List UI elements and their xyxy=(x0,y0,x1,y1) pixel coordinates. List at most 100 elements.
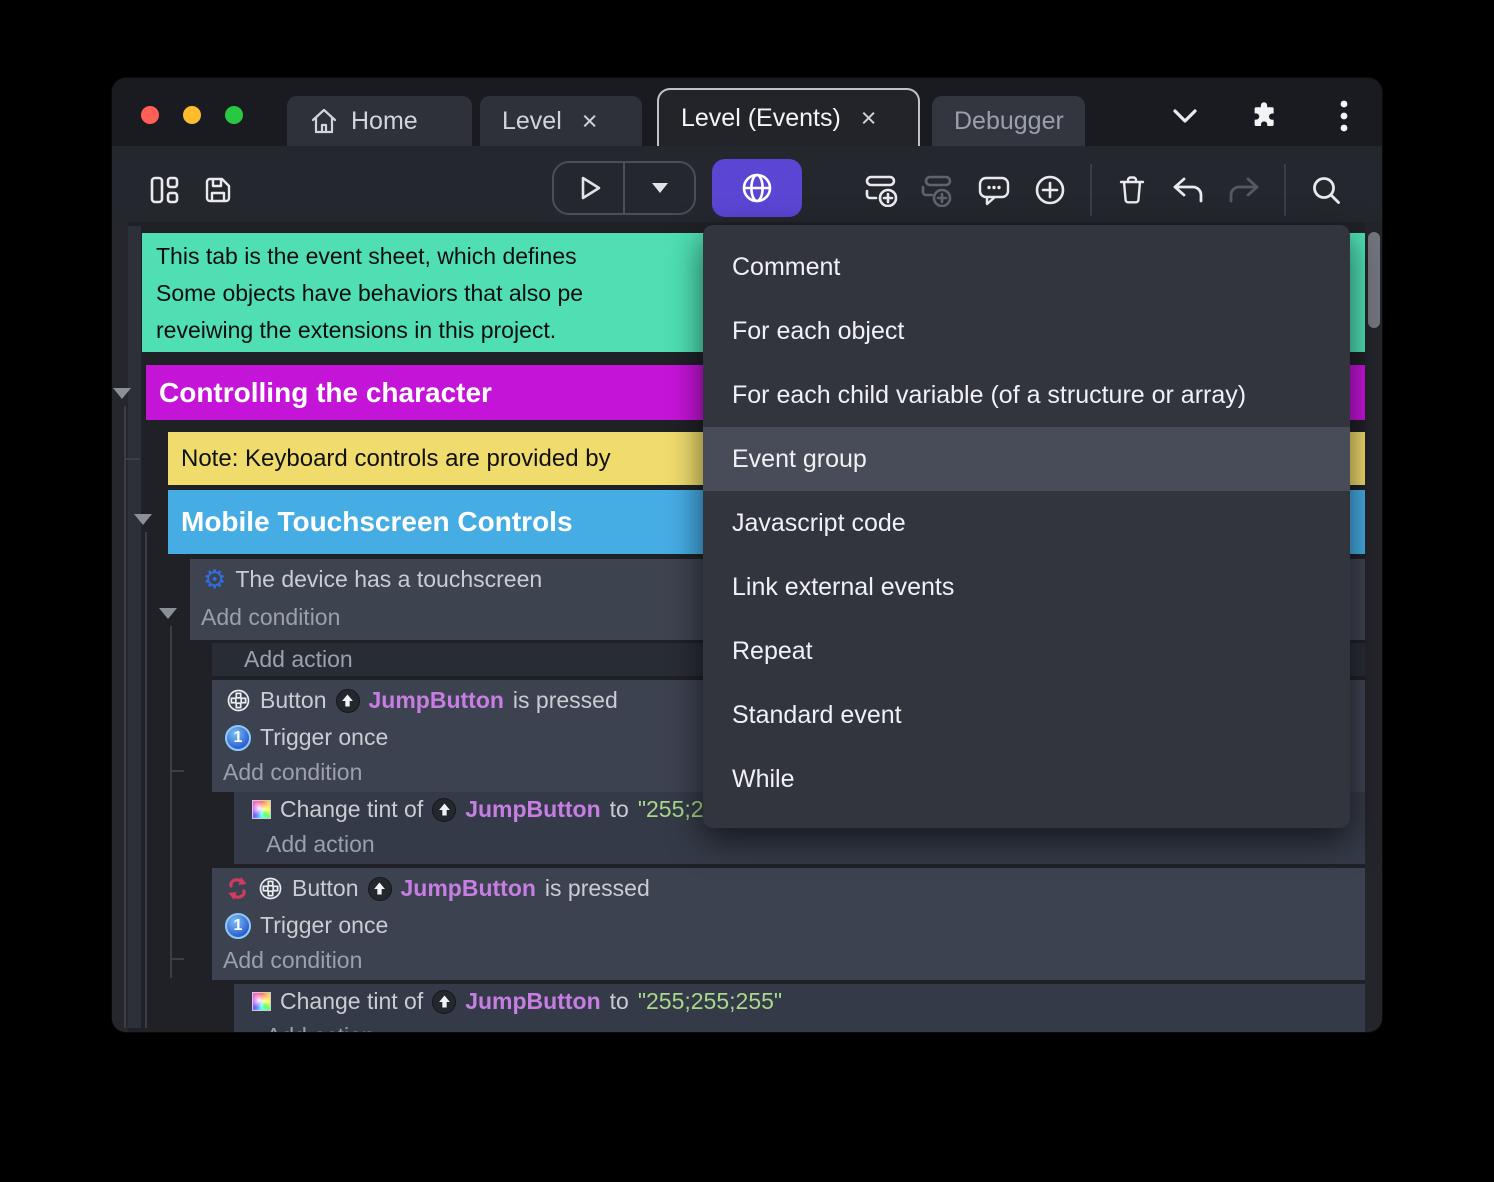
tab-level-close-icon[interactable]: × xyxy=(582,108,598,135)
sheet-margin-rail xyxy=(128,226,141,1028)
preview-split-button xyxy=(552,161,696,215)
menu-item-comment[interactable]: Comment xyxy=(703,235,1350,299)
close-window-button[interactable] xyxy=(141,106,159,124)
trigger-once-text: Trigger once xyxy=(260,912,388,939)
tab-level-label: Level xyxy=(502,107,562,136)
plugin-name: Button xyxy=(292,875,359,902)
puzzle-icon xyxy=(1249,101,1279,131)
menu-item-while[interactable]: While xyxy=(703,747,1350,811)
tab-level-events-label: Level (Events) xyxy=(681,104,841,133)
action-block[interactable]: Change tint of JumpButton to "255;255;25… xyxy=(234,984,1365,1032)
tint-icon xyxy=(252,800,271,819)
tab-list-button[interactable] xyxy=(1167,98,1203,134)
tab-level-events[interactable]: Level (Events) × xyxy=(657,88,920,146)
tab-home[interactable]: Home xyxy=(287,96,472,146)
tab-level[interactable]: Level × xyxy=(480,96,642,146)
menu-item-link-external-events[interactable]: Link external events xyxy=(703,555,1350,619)
trigger-once-icon: 1 xyxy=(225,913,251,939)
object-arrow-icon xyxy=(336,689,360,713)
add-event-button[interactable] xyxy=(864,172,900,208)
zoom-window-button[interactable] xyxy=(225,106,243,124)
event-toolbar-group xyxy=(864,172,1344,208)
action-text: Change tint of xyxy=(280,796,423,823)
trash-icon xyxy=(1117,174,1147,206)
add-button[interactable] xyxy=(1032,172,1068,208)
undo-button[interactable] xyxy=(1170,172,1206,208)
undo-icon xyxy=(1171,175,1205,205)
action-row[interactable]: Change tint of JumpButton to "255;255;25… xyxy=(252,988,1365,1015)
menu-item-standard-event[interactable]: Standard event xyxy=(703,683,1350,747)
preview-play-button[interactable] xyxy=(554,163,623,213)
tint-icon xyxy=(252,992,271,1011)
note-text: Note: Keyboard controls are provided by xyxy=(181,445,611,472)
tab-debugger[interactable]: Debugger xyxy=(932,96,1085,146)
play-icon xyxy=(575,173,603,203)
tab-debugger-label: Debugger xyxy=(954,107,1064,136)
condition-row[interactable]: Button JumpButton is pressed xyxy=(226,875,1365,902)
tint-value: "255;255;255" xyxy=(638,988,782,1015)
tree-guide xyxy=(145,532,147,1028)
toolbar-separator xyxy=(1090,164,1092,216)
addons-button[interactable] xyxy=(1246,98,1282,134)
object-name: JumpButton xyxy=(369,687,504,714)
tab-level-events-close-icon[interactable]: × xyxy=(861,105,877,132)
trigger-once-text: Trigger once xyxy=(260,724,388,751)
kebab-menu-icon xyxy=(1339,99,1349,133)
save-button[interactable] xyxy=(198,170,238,210)
add-action-link[interactable]: Add action xyxy=(266,831,1365,858)
menu-item-repeat[interactable]: Repeat xyxy=(703,619,1350,683)
delete-button[interactable] xyxy=(1114,172,1150,208)
tab-home-label: Home xyxy=(351,107,418,136)
menu-item-for-each-object[interactable]: For each object xyxy=(703,299,1350,363)
menu-item-for-each-child-var[interactable]: For each child variable (of a structure … xyxy=(703,363,1350,427)
add-condition-link[interactable]: Add condition xyxy=(223,947,1365,974)
tree-guide xyxy=(170,770,184,772)
add-action-link[interactable]: Add action xyxy=(266,1023,1365,1032)
subgroup-expander-icon[interactable] xyxy=(134,514,152,525)
menu-item-event-group[interactable]: Event group xyxy=(703,427,1350,491)
caret-down-icon xyxy=(652,183,668,193)
action-text: Change tint of xyxy=(280,988,423,1015)
event-block-jumpbutton-inverted[interactable]: Button JumpButton is pressed 1 Trigger o… xyxy=(212,868,1365,980)
add-subevent-icon xyxy=(920,173,956,207)
button-plugin-icon xyxy=(226,688,251,713)
invert-condition-icon xyxy=(226,876,249,901)
comment-bubble-icon xyxy=(977,174,1011,206)
remote-preview-button[interactable] xyxy=(712,159,802,217)
menu-button[interactable] xyxy=(1326,98,1362,134)
object-arrow-icon xyxy=(432,798,456,822)
tree-guide xyxy=(170,958,184,960)
object-name: JumpButton xyxy=(465,796,600,823)
event-expander-icon[interactable] xyxy=(159,608,177,619)
group-expander-icon[interactable] xyxy=(113,388,131,399)
trigger-once-row[interactable]: 1 Trigger once xyxy=(225,912,1365,939)
scrollbar-thumb[interactable] xyxy=(1368,232,1380,328)
tree-guide xyxy=(170,626,172,978)
globe-icon xyxy=(738,169,776,207)
home-icon xyxy=(309,107,339,135)
plugin-name: Button xyxy=(260,687,327,714)
add-event-icon xyxy=(864,173,900,207)
subgroup-title: Mobile Touchscreen Controls xyxy=(181,506,573,537)
menu-item-javascript-code[interactable]: Javascript code xyxy=(703,491,1350,555)
preview-options-button[interactable] xyxy=(625,163,694,213)
toolbar-separator xyxy=(1284,164,1286,216)
button-plugin-icon xyxy=(258,876,283,901)
scrollbar-track[interactable] xyxy=(1365,222,1382,1032)
redo-button-disabled[interactable] xyxy=(1226,172,1262,208)
minimize-window-button[interactable] xyxy=(183,106,201,124)
tree-guide xyxy=(124,458,140,460)
search-icon xyxy=(1310,174,1342,206)
condition-text: is pressed xyxy=(545,875,650,902)
layout-panels-button[interactable] xyxy=(145,170,185,210)
add-subevent-button-disabled[interactable] xyxy=(920,172,956,208)
trigger-once-icon: 1 xyxy=(225,725,251,751)
object-name: JumpButton xyxy=(465,988,600,1015)
app-window: Home Level × Level (Events) × Debugger xyxy=(112,78,1382,1032)
redo-icon xyxy=(1227,175,1261,205)
add-comment-button[interactable] xyxy=(976,172,1012,208)
add-event-context-menu: Comment For each object For each child v… xyxy=(703,225,1350,828)
search-button[interactable] xyxy=(1308,172,1344,208)
condition-text: The device has a touchscreen xyxy=(235,566,542,593)
object-name: JumpButton xyxy=(401,875,536,902)
